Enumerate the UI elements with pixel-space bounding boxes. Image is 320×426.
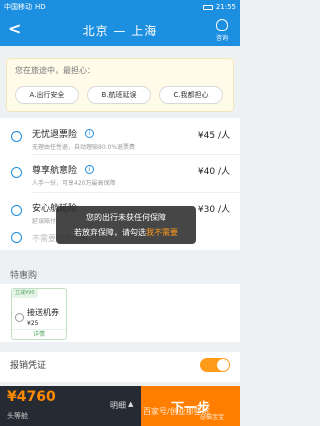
divider	[32, 154, 240, 155]
section-title-deals: 特惠购	[10, 271, 38, 281]
insurance-item-accident[interactable]: 尊享航意险 i 人手一份，可享420万最高保障 ¥40 /人	[0, 158, 240, 194]
radio-button[interactable]	[11, 232, 22, 243]
page-title: 北京 — 上海	[82, 23, 158, 38]
toggle-knob	[217, 359, 229, 371]
radio-button[interactable]	[11, 167, 22, 178]
status-bar: 中国移动 HD 21:55	[0, 0, 240, 14]
battery-icon	[202, 4, 213, 10]
info-icon[interactable]: i	[85, 129, 94, 138]
discount-badge: 立减¥90	[12, 289, 38, 298]
worry-options: A.出行安全 B.航班延误 C.我都担心	[15, 86, 223, 104]
cabin-class: 头等舱	[7, 412, 28, 420]
hd-icon: HD	[35, 3, 46, 11]
insurance-item-refund[interactable]: 无忧退票险 i 无理由任性退，自动理赔80.0%退票费 ¥45 /人	[0, 122, 240, 158]
radio-button[interactable]	[11, 205, 22, 216]
radio-button[interactable]	[11, 131, 22, 142]
divider	[32, 192, 240, 193]
insurance-price: ¥45 /人	[197, 131, 230, 141]
toast-line2: 若放弃保障，请勾选我不需要	[56, 225, 196, 240]
receipt-label: 报销凭证	[10, 361, 47, 371]
info-icon[interactable]: i	[85, 165, 94, 174]
worry-option-b[interactable]: B.航班延误	[87, 86, 151, 104]
status-time: 21:55	[215, 3, 236, 11]
nav-bar: < 北京 — 上海 咨询	[0, 14, 240, 46]
chevron-up-icon[interactable]: ▲	[128, 400, 133, 408]
worry-option-c[interactable]: C.我都担心	[159, 86, 223, 104]
toast-line1: 您的出行未获任何保障	[86, 213, 166, 222]
receipt-row: 报销凭证	[0, 352, 240, 382]
insurance-name: 尊享航意险	[32, 166, 78, 176]
insurance-price: ¥30 /人	[197, 205, 230, 215]
toast-highlight: 我不需要	[146, 228, 178, 237]
consult-button[interactable]: 咨询	[210, 17, 234, 43]
worry-card: 您在旅途中，最担心： A.出行安全 B.航班延误 C.我都担心	[6, 58, 234, 112]
insurance-desc: 人手一份，可享420万最高保障	[32, 180, 116, 187]
deal-card-transfer[interactable]: 立减¥90 接送机券 ¥25 详情	[11, 288, 67, 340]
toast-message: 您的出行未获任何保障 若放弃保障，请勾选我不需要	[56, 206, 196, 244]
deals-panel: 立减¥90 接送机券 ¥25 详情	[0, 284, 240, 342]
toast-line2-text: 若放弃保障，请勾选	[74, 228, 146, 237]
back-button[interactable]: <	[8, 21, 21, 37]
worry-question: 您在旅途中，最担心：	[15, 66, 95, 75]
price-detail-link[interactable]: 明细	[110, 400, 126, 411]
worry-option-a[interactable]: A.出行安全	[15, 86, 79, 104]
receipt-toggle[interactable]	[200, 358, 230, 372]
insurance-name: 无忧退票险	[32, 130, 78, 140]
deal-detail-link[interactable]: 详情	[12, 329, 66, 339]
deal-price: ¥25	[27, 320, 39, 327]
radio-button[interactable]	[15, 313, 24, 322]
headset-icon	[216, 19, 228, 31]
insurance-price: ¥40 /人	[197, 167, 230, 177]
consult-label: 咨询	[215, 35, 228, 42]
watermark-sub: @猫宝宝	[200, 414, 225, 421]
insurance-desc: 延误赔付	[32, 218, 57, 225]
carrier-label: 中国移动	[4, 3, 32, 11]
total-price: ¥4760	[7, 389, 56, 405]
deal-name: 接送机券	[27, 308, 59, 317]
insurance-desc: 无理由任性退，自动理赔80.0%退票费	[32, 144, 136, 151]
